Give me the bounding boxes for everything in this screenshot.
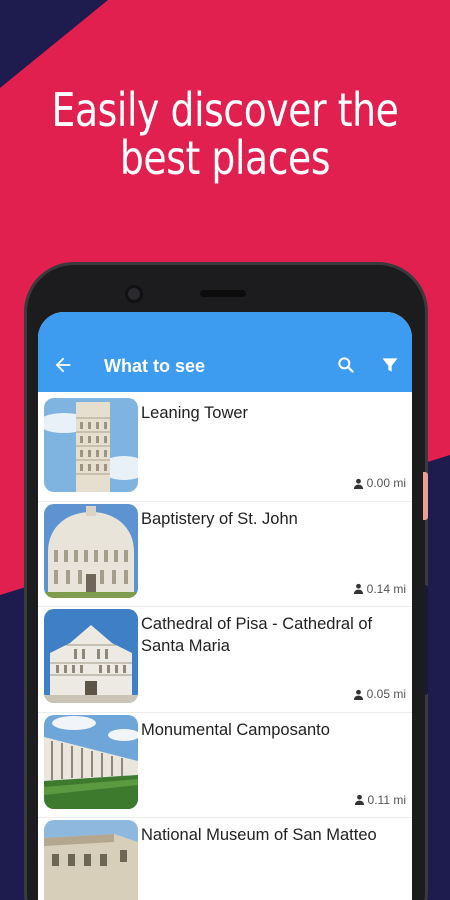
power-button	[423, 472, 428, 520]
place-distance: 0.14 mi	[353, 582, 406, 596]
search-icon[interactable]	[336, 355, 356, 375]
earpiece-speaker	[200, 290, 246, 297]
person-icon	[353, 689, 363, 700]
list-item[interactable]: National Museum of San Matteo	[38, 818, 412, 900]
place-name: National Museum of San Matteo	[141, 826, 377, 844]
place-photo	[44, 503, 138, 598]
list-item[interactable]: Monumental Camposanto 0.11 mi	[38, 713, 412, 818]
person-icon	[353, 478, 363, 489]
place-photo	[44, 609, 138, 703]
distance-value: 0.00 mi	[366, 476, 406, 490]
place-photo	[44, 398, 138, 492]
headline-line-2: best places	[119, 131, 331, 185]
place-distance: 0.05 mi	[353, 687, 406, 701]
place-name: Baptistery of St. John	[141, 509, 298, 528]
app-bar: What to see	[38, 312, 412, 392]
distance-value: 0.05 mi	[366, 687, 406, 701]
person-icon	[354, 794, 364, 805]
person-icon	[353, 583, 363, 594]
distance-value: 0.14 mi	[366, 581, 406, 596]
screen-title: What to see	[104, 356, 206, 376]
place-photo	[44, 714, 138, 809]
place-name: Leaning Tower	[141, 404, 249, 422]
place-distance: 0.00 mi	[353, 476, 406, 490]
place-name: Monumental Camposanto	[141, 720, 330, 739]
front-camera	[125, 285, 143, 303]
headline-line-1: Easily discover the	[51, 83, 399, 137]
place-distance: 0.11 mi	[354, 793, 406, 807]
places-list: Leaning Tower 0.00 mi Baptistery of St. …	[38, 396, 412, 900]
place-photo	[44, 820, 138, 900]
list-item[interactable]: Baptistery of St. John 0.14 mi	[38, 502, 412, 607]
filter-icon[interactable]	[380, 355, 400, 375]
list-item[interactable]: Leaning Tower 0.00 mi	[38, 396, 412, 502]
list-item[interactable]: Cathedral of Pisa - Cathedral of Santa M…	[38, 607, 412, 713]
headline: Easily discover the best places	[41, 86, 410, 182]
distance-value: 0.11 mi	[367, 792, 406, 807]
place-name: Cathedral of Pisa - Cathedral of Santa M…	[141, 615, 373, 655]
volume-button	[423, 585, 428, 695]
phone-screen: What to see Leaning Tower 0.00 mi Baptis…	[38, 312, 412, 900]
arrow-left-icon[interactable]	[52, 354, 74, 376]
